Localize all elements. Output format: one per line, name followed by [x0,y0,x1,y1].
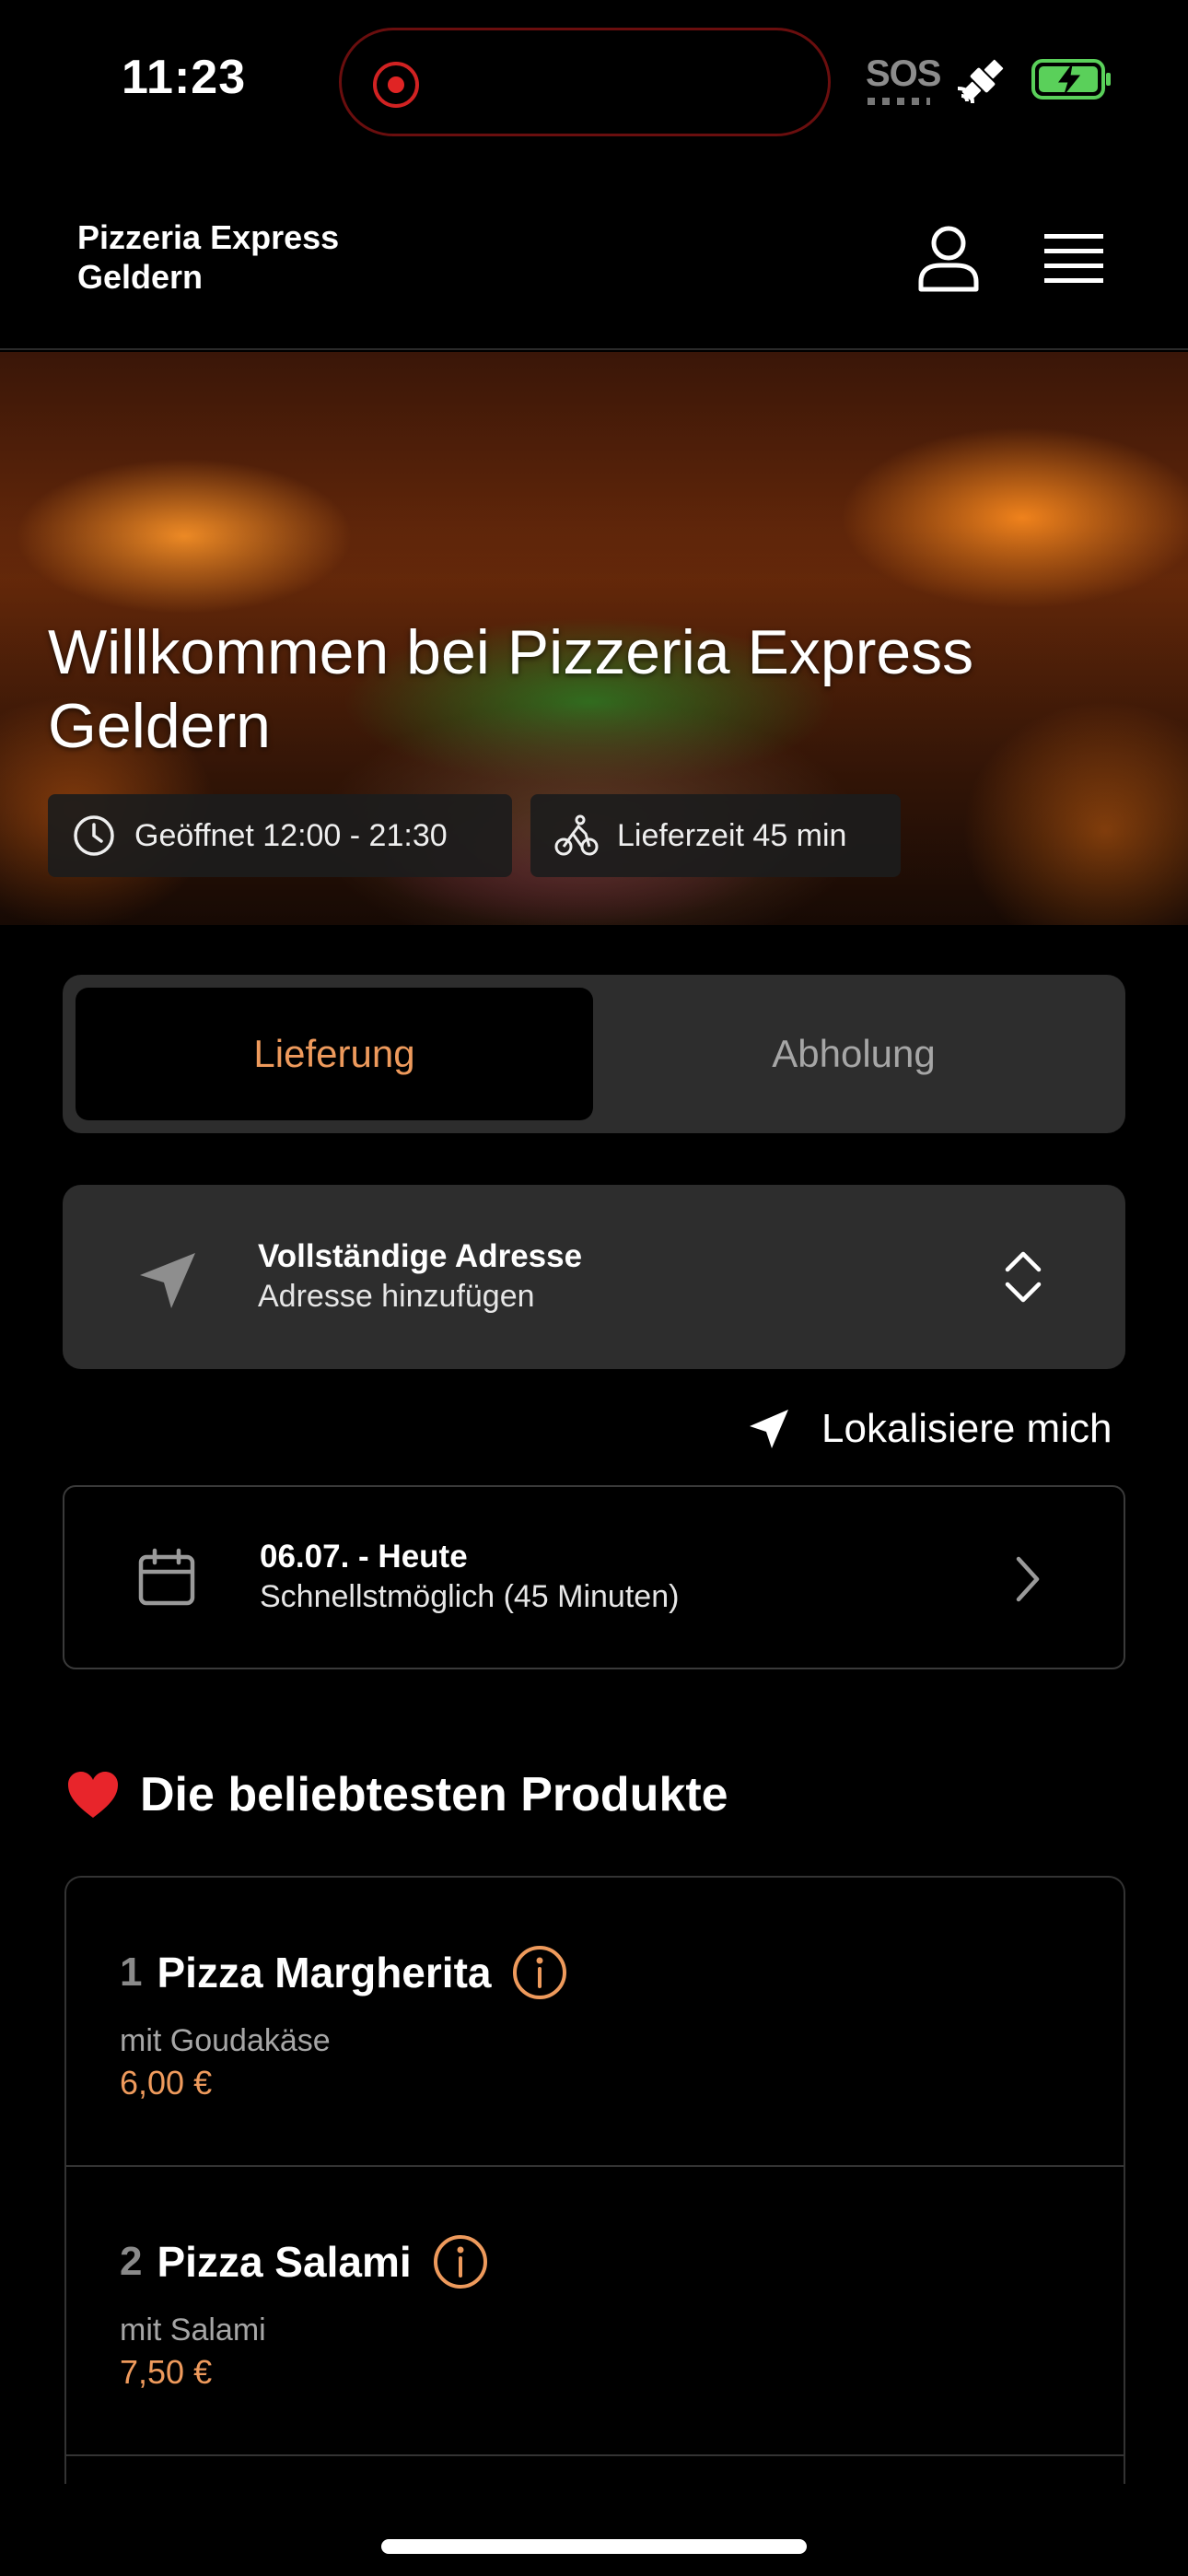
product-name: Pizza Salami [157,2238,412,2286]
bicycle-icon [554,814,599,856]
user-account-icon[interactable] [912,221,985,295]
tab-pickup[interactable]: Abholung [595,988,1112,1120]
sos-indicator: SOS [866,53,941,94]
opening-hours-text: Geöffnet 12:00 - 21:30 [134,817,448,853]
popular-products-heading: Die beliebtesten Produkte [66,1767,728,1822]
product-item[interactable]: 1 Pizza Margherita mit Goudakäse 6,00 € [66,1878,1124,2167]
popular-products-list: 1 Pizza Margherita mit Goudakäse 6,00 € … [64,1876,1125,2484]
welcome-title: Willkommen bei Pizzeria Express Geldern [48,617,974,761]
product-rank: 1 [120,1950,143,1995]
screen-recording-icon [373,62,419,108]
hero-banner: Willkommen bei Pizzeria Express Geldern … [0,352,1188,925]
popular-products-title: Die beliebtesten Produkte [140,1768,728,1821]
status-time: 11:23 [122,51,247,104]
info-icon[interactable] [432,2233,489,2290]
address-selector[interactable]: Vollständige Adresse Adresse hinzufügen [63,1185,1125,1369]
locate-me-label: Lokalisiere mich [821,1406,1112,1451]
delivery-time-text: Lieferzeit 45 min [617,817,847,853]
product-price: 7,50 € [120,2353,213,2391]
status-bar: 11:23 SOS [0,0,1188,161]
address-title: Vollständige Adresse [258,1238,583,1274]
date-time-selector[interactable]: 06.07. - Heute Schnellstmöglich (45 Minu… [63,1485,1125,1669]
dynamic-island [339,28,831,136]
delivery-slot: Schnellstmöglich (45 Minuten) [260,1579,680,1614]
app-screen: 11:23 SOS Pizzeria Express Geldern Willk… [0,0,1188,2576]
location-arrow-icon [140,1253,195,1308]
product-name: Pizza Margherita [157,1949,492,1996]
opening-hours-badge: Geöffnet 12:00 - 21:30 [48,794,512,877]
calendar-icon [138,1548,195,1606]
product-rank: 2 [120,2239,143,2284]
product-description: mit Salami [120,2313,266,2348]
product-description: mit Goudakäse [120,2023,331,2058]
info-icon[interactable] [511,1944,568,2001]
signal-dots-icon [868,98,930,105]
brand-line-1: Pizzeria Express [77,218,340,256]
satellite-icon [957,59,1004,104]
date-title: 06.07. - Heute [260,1539,468,1575]
product-item[interactable]: 2 Pizza Salami mit Salami 7,50 € [66,2167,1124,2456]
navigation-arrow-icon [750,1410,788,1448]
chevron-up-down-icon [1005,1251,1042,1303]
clock-icon [74,815,114,856]
brand-line-2: Geldern [77,258,204,296]
product-name-line: 1 Pizza Margherita [120,1944,568,2001]
address-placeholder: Adresse hinzufügen [258,1279,535,1314]
heart-icon [68,1772,118,1818]
delivery-time-badge: Lieferzeit 45 min [530,794,901,877]
locate-me-button[interactable]: Lokalisiere mich [748,1400,1112,1458]
brand-logo-text[interactable]: Pizzeria Express Geldern [77,217,339,297]
hamburger-menu-icon[interactable] [1041,228,1107,287]
order-mode-toggle: Lieferung Abholung [63,975,1125,1133]
product-price: 6,00 € [120,2064,213,2102]
home-indicator[interactable] [381,2539,807,2554]
product-name-line: 2 Pizza Salami [120,2233,489,2290]
chevron-right-icon [1016,1556,1040,1602]
tab-delivery[interactable]: Lieferung [76,988,593,1120]
battery-charging-icon [1031,59,1111,100]
